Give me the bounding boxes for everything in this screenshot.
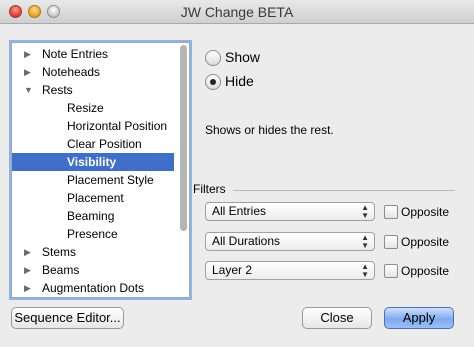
layer-filter-select[interactable]: Layer 2 ▲ ▼ bbox=[205, 261, 375, 280]
disclosure-triangle-right-icon[interactable]: ▶ bbox=[24, 243, 31, 261]
layer-opposite-label[interactable]: Opposite bbox=[401, 264, 449, 278]
outline-item-label: Beaming bbox=[67, 209, 115, 223]
durations-opposite-checkbox[interactable] bbox=[384, 235, 398, 249]
outline-item-visibility[interactable]: Visibility bbox=[12, 153, 174, 171]
disclosure-triangle-right-icon[interactable]: ▶ bbox=[24, 261, 31, 279]
outline-item-augmentation-dots[interactable]: ▶ Augmentation Dots bbox=[12, 279, 174, 297]
jw-change-window: JW Change BETA ▶ Note Entries ▶ Notehead… bbox=[0, 0, 474, 347]
outline-item-label: Noteheads bbox=[42, 65, 101, 79]
entries-filter-select[interactable]: All Entries ▲ ▼ bbox=[205, 202, 375, 221]
outline-item-label: Presence bbox=[67, 227, 118, 241]
entries-filter-value: All Entries bbox=[212, 204, 267, 218]
outline-item-label: Augmentation Dots bbox=[42, 281, 145, 295]
outline-item-label: Beams bbox=[42, 263, 80, 277]
layer-filter-value: Layer 2 bbox=[212, 263, 253, 277]
close-button[interactable]: Close bbox=[302, 307, 372, 329]
apply-button[interactable]: Apply bbox=[384, 307, 454, 329]
sequence-editor-button[interactable]: Sequence Editor... bbox=[11, 307, 124, 329]
scrollbar-thumb[interactable] bbox=[180, 45, 187, 231]
durations-filter-select[interactable]: All Durations ▲ ▼ bbox=[205, 232, 375, 251]
outline-item-rests[interactable]: ▼ Rests bbox=[12, 81, 174, 99]
outline-item-label: Placement bbox=[67, 191, 124, 205]
entries-opposite-checkbox[interactable] bbox=[384, 205, 398, 219]
outline-item-label: Rests bbox=[42, 83, 73, 97]
hide-radio[interactable] bbox=[205, 74, 221, 90]
disclosure-triangle-right-icon[interactable]: ▶ bbox=[24, 279, 31, 297]
outline-item-placement-style[interactable]: Placement Style bbox=[12, 171, 174, 189]
title-bar[interactable]: JW Change BETA bbox=[0, 0, 474, 24]
filters-divider bbox=[233, 190, 455, 191]
filters-heading: Filters bbox=[193, 182, 226, 196]
outline-item-presence[interactable]: Presence bbox=[12, 225, 174, 243]
show-radio[interactable] bbox=[205, 50, 221, 66]
up-down-arrows-icon: ▲ ▼ bbox=[361, 203, 369, 220]
durations-opposite-label[interactable]: Opposite bbox=[401, 235, 449, 249]
up-down-arrows-icon: ▲ ▼ bbox=[361, 233, 369, 250]
outline-item-note-entries[interactable]: ▶ Note Entries bbox=[12, 45, 174, 63]
outline-item-label: Stems bbox=[42, 245, 77, 259]
outline-item-resize[interactable]: Resize bbox=[12, 99, 174, 117]
outline-item-label: Visibility bbox=[67, 155, 117, 169]
layer-opposite-checkbox[interactable] bbox=[384, 264, 398, 278]
durations-filter-value: All Durations bbox=[212, 234, 281, 248]
outline-item-stems[interactable]: ▶ Stems bbox=[12, 243, 174, 261]
hide-radio-label[interactable]: Hide bbox=[225, 73, 254, 89]
outline-item-label: Horizontal Position bbox=[67, 119, 168, 133]
outline-item-beaming[interactable]: Beaming bbox=[12, 207, 174, 225]
outline-item-label: Clear Position bbox=[67, 137, 142, 151]
window-title: JW Change BETA bbox=[180, 4, 294, 20]
disclosure-triangle-right-icon[interactable]: ▶ bbox=[24, 63, 31, 81]
show-radio-label[interactable]: Show bbox=[225, 49, 260, 65]
option-description: Shows or hides the rest. bbox=[205, 123, 334, 137]
entries-opposite-label[interactable]: Opposite bbox=[401, 205, 449, 219]
outline-item-label: Placement Style bbox=[67, 173, 154, 187]
disclosure-triangle-right-icon[interactable]: ▶ bbox=[24, 45, 31, 63]
outline-item-beams[interactable]: ▶ Beams bbox=[12, 261, 174, 279]
outline-item-noteheads[interactable]: ▶ Noteheads bbox=[12, 63, 174, 81]
category-outline[interactable]: ▶ Note Entries ▶ Noteheads ▼ Rests Resiz… bbox=[11, 42, 190, 298]
up-down-arrows-icon: ▲ ▼ bbox=[361, 262, 369, 279]
outline-scrollbar[interactable] bbox=[179, 45, 188, 295]
outline-item-label: Resize bbox=[67, 101, 104, 115]
outline-item-clear-position[interactable]: Clear Position bbox=[12, 135, 174, 153]
outline-item-placement[interactable]: Placement bbox=[12, 189, 174, 207]
outline-item-horizontal-position[interactable]: Horizontal Position bbox=[12, 117, 174, 135]
disclosure-triangle-down-icon[interactable]: ▼ bbox=[24, 81, 33, 99]
outline-item-label: Note Entries bbox=[42, 47, 109, 61]
